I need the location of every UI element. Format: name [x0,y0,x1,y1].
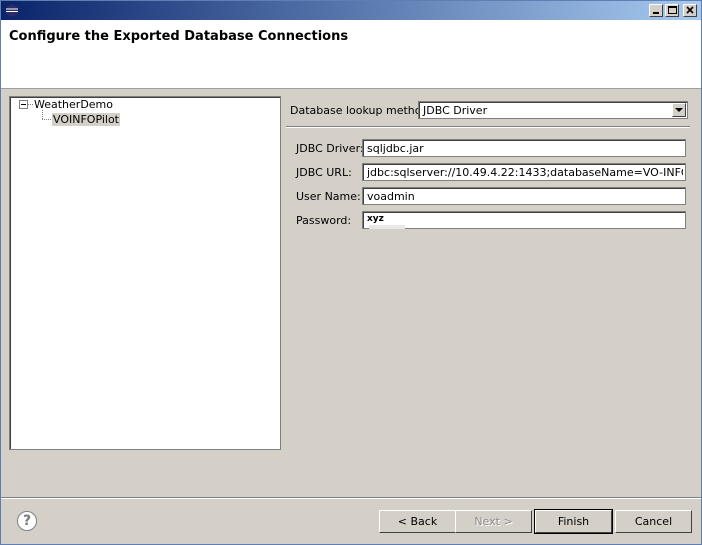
wizard-header: Configure the Exported Database Connecti… [1,20,701,89]
tree-connector [42,119,51,120]
title-bar[interactable] [1,1,701,20]
jdbc-driver-label: JDBC Driver: [296,142,364,155]
back-button[interactable]: < Back [379,510,456,533]
password-mask [369,225,405,229]
tree-connector [42,110,43,119]
button-bar-separator [1,497,701,499]
password-field[interactable]: xyz [362,211,686,229]
minimize-icon [653,12,659,14]
password-label: Password: [296,214,352,227]
collapse-icon[interactable] [19,100,28,109]
connection-tree[interactable]: WeatherDemo VOINFOPilot [9,96,281,450]
jdbc-url-label: JDBC URL: [296,166,352,179]
user-name-field[interactable]: voadmin [362,187,686,205]
jdbc-driver-value: sqljdbc.jar [367,142,424,155]
lookup-method-label: Database lookup method: [290,104,433,117]
tree-item-child[interactable]: VOINFOPilot [52,113,120,126]
finish-button[interactable]: Finish [534,509,613,534]
dropdown-button[interactable] [672,103,686,117]
password-value: xyz [367,214,384,224]
jdbc-url-value: jdbc:sqlserver://10.49.4.22:1433;databas… [367,166,683,179]
next-button[interactable]: Next > [455,510,532,533]
maximize-icon [668,6,677,14]
cancel-button[interactable]: Cancel [615,510,692,533]
minimize-button[interactable] [649,4,663,17]
lookup-method-select[interactable]: JDBC Driver [418,101,688,119]
user-name-value: voadmin [367,190,415,203]
maximize-button[interactable] [665,4,679,17]
tree-connector [28,104,33,105]
help-icon[interactable]: ? [17,511,37,531]
form-separator [286,126,690,128]
jdbc-driver-field[interactable]: sqljdbc.jar [362,139,686,157]
page-title: Configure the Exported Database Connecti… [9,29,349,44]
close-button[interactable] [683,4,697,17]
jdbc-url-field[interactable]: jdbc:sqlserver://10.49.4.22:1433;databas… [362,163,686,181]
tree-item-root[interactable]: WeatherDemo [34,98,113,111]
connection-form: Database lookup method: JDBC Driver JDBC… [283,93,695,453]
dialog-window: Configure the Exported Database Connecti… [0,0,702,545]
lookup-method-value: JDBC Driver [423,104,488,117]
close-icon [686,6,694,14]
chevron-down-icon [675,108,683,112]
user-name-label: User Name: [296,190,361,203]
eclipse-icon [5,4,19,17]
